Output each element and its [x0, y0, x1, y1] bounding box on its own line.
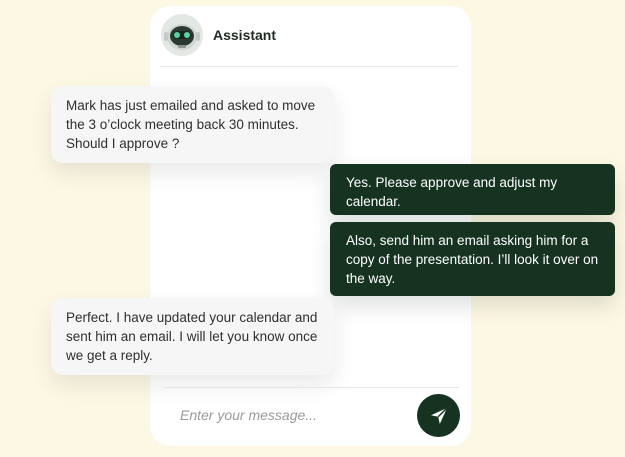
chat-header: Assistant: [160, 14, 458, 67]
send-icon: [430, 407, 447, 424]
assistant-name: Assistant: [213, 27, 277, 43]
send-button[interactable]: [417, 394, 460, 437]
assistant-message: Mark has just emailed and asked to move …: [51, 86, 334, 163]
user-message: Also, send him an email asking him for a…: [330, 222, 615, 296]
composer-divider: [163, 387, 459, 388]
message-input[interactable]: [172, 400, 410, 430]
assistant-message: Perfect. I have updated your calendar an…: [51, 298, 334, 375]
robot-avatar-icon: [161, 14, 203, 56]
user-message: Yes. Please approve and adjust my calend…: [330, 164, 615, 215]
